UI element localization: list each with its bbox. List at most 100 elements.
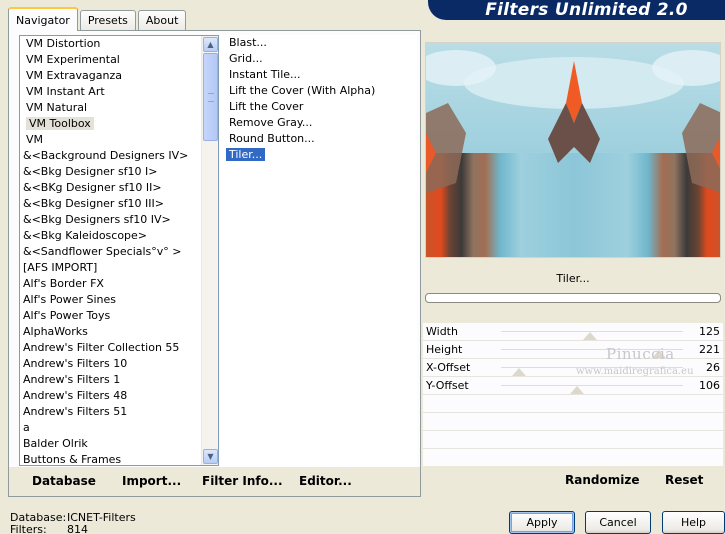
filter-item-label: Grid... bbox=[229, 52, 263, 65]
category-item-label: VM Toolbox bbox=[26, 117, 94, 130]
parameter-slider[interactable] bbox=[501, 385, 683, 386]
category-item[interactable]: Andrew's Filters 48 bbox=[20, 388, 218, 404]
category-item[interactable]: Balder Olrik bbox=[20, 436, 218, 452]
parameter-name: X-Offset bbox=[426, 361, 471, 374]
category-list[interactable]: VM Distortion VM Experimental VM Extravaga… bbox=[19, 35, 219, 466]
category-item[interactable]: VM Experimental bbox=[20, 52, 218, 68]
filter-item[interactable]: Remove Gray... bbox=[229, 115, 417, 131]
parameter-value: 221 bbox=[699, 343, 720, 356]
parameter-row bbox=[423, 431, 723, 449]
apply-button[interactable]: Apply bbox=[509, 511, 575, 534]
category-item-label: Balder Olrik bbox=[23, 437, 88, 450]
slider-thumb[interactable] bbox=[652, 350, 667, 358]
category-scrollbar[interactable]: ▲ ▼ bbox=[201, 36, 218, 465]
category-item[interactable]: VM Distortion bbox=[20, 36, 218, 52]
category-item-label: VM Instant Art bbox=[26, 85, 105, 98]
filter-item[interactable]: Round Button... bbox=[229, 131, 417, 147]
category-item-label: a bbox=[23, 421, 30, 434]
category-item[interactable]: &<Bkg Designers sf10 IV> bbox=[20, 212, 218, 228]
filter-item-label: Remove Gray... bbox=[229, 116, 313, 129]
parameter-panel: Width 125 Height 221 X-Offset 26 Y-Offset 106 bbox=[423, 323, 723, 467]
database-button[interactable]: Database bbox=[32, 474, 96, 488]
filter-item-label: Blast... bbox=[229, 36, 267, 49]
category-item[interactable]: &<Bkg Kaleidoscope> bbox=[20, 228, 218, 244]
filter-item[interactable]: Instant Tile... bbox=[229, 67, 417, 83]
category-item-label: Alf's Border FX bbox=[23, 277, 104, 290]
chevron-down-icon: ▼ bbox=[207, 452, 214, 461]
category-item[interactable]: Alf's Power Sines bbox=[20, 292, 218, 308]
category-item[interactable]: Alf's Power Toys bbox=[20, 308, 218, 324]
filter-item[interactable]: Tiler... bbox=[226, 147, 417, 163]
category-item-label: Andrew's Filter Collection 55 bbox=[23, 341, 180, 354]
cancel-button[interactable]: Cancel bbox=[585, 511, 651, 534]
parameter-row[interactable]: Height 221 bbox=[423, 341, 723, 359]
filter-item[interactable]: Grid... bbox=[229, 51, 417, 67]
help-button[interactable]: Help bbox=[662, 511, 725, 534]
filter-item-label: Lift the Cover bbox=[229, 100, 304, 113]
reset-button[interactable]: Reset bbox=[665, 473, 703, 487]
category-item[interactable]: Alf's Border FX bbox=[20, 276, 218, 292]
filter-item[interactable]: Lift the Cover bbox=[229, 99, 417, 115]
filter-item[interactable]: Lift the Cover (With Alpha) bbox=[229, 83, 417, 99]
slider-thumb[interactable] bbox=[570, 386, 585, 394]
category-item[interactable]: &<Sandflower Specials°v° > bbox=[20, 244, 218, 260]
tab-navigator[interactable]: Navigator bbox=[8, 7, 78, 31]
scroll-down-button[interactable]: ▼ bbox=[203, 449, 218, 464]
category-item[interactable]: Andrew's Filter Collection 55 bbox=[20, 340, 218, 356]
category-item-label: &<BKg Designer sf10 II> bbox=[23, 181, 162, 194]
filter-item-label: Instant Tile... bbox=[229, 68, 301, 81]
category-item[interactable]: &<Bkg Designer sf10 I> bbox=[20, 164, 218, 180]
category-item[interactable]: &<BKg Designer sf10 II> bbox=[20, 180, 218, 196]
category-item[interactable]: VM Instant Art bbox=[20, 84, 218, 100]
tab-presets[interactable]: Presets bbox=[79, 10, 136, 30]
app-brand-title: Filters Unlimited 2.0 bbox=[428, 0, 725, 20]
tab-about[interactable]: About bbox=[137, 10, 187, 30]
status-filters-label: Filters: bbox=[10, 523, 47, 534]
category-item[interactable]: a bbox=[20, 420, 218, 436]
parameter-slider[interactable] bbox=[501, 367, 683, 368]
parameter-row[interactable]: Width 125 bbox=[423, 323, 723, 341]
category-item-label: VM Natural bbox=[26, 101, 88, 114]
chevron-up-icon: ▲ bbox=[207, 40, 214, 49]
category-item[interactable]: VM Natural bbox=[20, 100, 218, 116]
filter-item-label: Lift the Cover (With Alpha) bbox=[229, 84, 376, 97]
category-item[interactable]: VM Toolbox bbox=[20, 116, 218, 132]
progress-bar bbox=[425, 293, 721, 303]
navigator-toolbar: Database Import... Filter Info... Editor… bbox=[9, 467, 420, 496]
category-item[interactable]: AlphaWorks bbox=[20, 324, 218, 340]
category-item-label: &<Bkg Designer sf10 I> bbox=[23, 165, 158, 178]
filter-list[interactable]: Blast... Grid... Instant Tile... Lift the C… bbox=[219, 35, 417, 466]
category-item-label: &<Bkg Kaleidoscope> bbox=[23, 229, 148, 242]
status-filters: Filters: 814 bbox=[10, 523, 88, 534]
parameter-row[interactable]: X-Offset 26 bbox=[423, 359, 723, 377]
category-item[interactable]: Andrew's Filters 10 bbox=[20, 356, 218, 372]
slider-thumb[interactable] bbox=[583, 332, 598, 340]
parameter-name: Height bbox=[426, 343, 463, 356]
parameter-toolbar: Randomize Reset bbox=[423, 466, 723, 495]
category-item-label: Andrew's Filters 51 bbox=[23, 405, 128, 418]
scroll-up-button[interactable]: ▲ bbox=[203, 37, 218, 52]
filter-item[interactable]: Blast... bbox=[229, 35, 417, 51]
category-item[interactable]: &<Bkg Designer sf10 III> bbox=[20, 196, 218, 212]
parameter-row[interactable]: Y-Offset 106 bbox=[423, 377, 723, 395]
category-item-label: VM bbox=[26, 133, 44, 146]
category-item[interactable]: VM Extravaganza bbox=[20, 68, 218, 84]
filter-info-button[interactable]: Filter Info... bbox=[202, 474, 283, 488]
category-item[interactable]: &<Background Designers IV> bbox=[20, 148, 218, 164]
parameter-name: Width bbox=[426, 325, 458, 338]
category-item[interactable]: Buttons & Frames bbox=[20, 452, 218, 465]
scroll-thumb[interactable] bbox=[203, 53, 218, 141]
parameter-row bbox=[423, 413, 723, 431]
category-item[interactable]: Andrew's Filters 1 bbox=[20, 372, 218, 388]
editor-button[interactable]: Editor... bbox=[299, 474, 352, 488]
category-item[interactable]: Andrew's Filters 51 bbox=[20, 404, 218, 420]
parameter-row bbox=[423, 449, 723, 467]
parameter-row bbox=[423, 395, 723, 413]
category-item-label: Andrew's Filters 10 bbox=[23, 357, 128, 370]
status-filters-value: 814 bbox=[67, 523, 88, 534]
randomize-button[interactable]: Randomize bbox=[565, 473, 639, 487]
import-button[interactable]: Import... bbox=[122, 474, 181, 488]
category-item[interactable]: [AFS IMPORT] bbox=[20, 260, 218, 276]
category-item[interactable]: VM bbox=[20, 132, 218, 148]
slider-thumb[interactable] bbox=[512, 368, 527, 376]
